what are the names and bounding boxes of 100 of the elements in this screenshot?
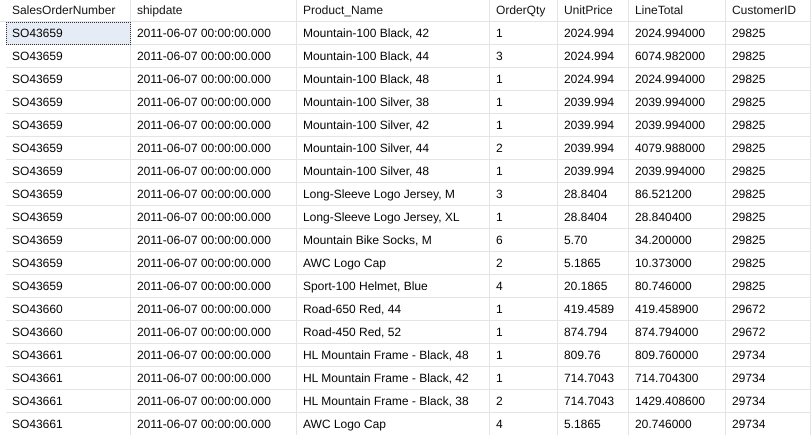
table-cell[interactable]: 1 [490,367,558,390]
table-cell[interactable]: 714.7043 [558,390,629,413]
table-cell[interactable]: Sport-100 Helmet, Blue [297,275,490,298]
table-cell[interactable]: 2011-06-07 00:00:00.000 [131,275,297,298]
table-cell[interactable]: SO43659 [6,206,131,229]
table-cell[interactable]: 2011-06-07 00:00:00.000 [131,137,297,160]
table-cell[interactable]: 2024.994 [558,45,629,68]
table-cell[interactable]: Road-650 Red, 44 [297,298,490,321]
table-cell[interactable]: 419.4589 [558,298,629,321]
table-cell[interactable]: Mountain-100 Black, 44 [297,45,490,68]
column-header[interactable]: LineTotal [629,0,726,22]
table-cell[interactable]: 1 [490,22,558,45]
table-cell[interactable]: Mountain-100 Black, 42 [297,22,490,45]
table-cell[interactable]: Mountain-100 Silver, 44 [297,137,490,160]
table-cell[interactable]: 1 [490,68,558,91]
table-cell[interactable]: SO43659 [6,137,131,160]
table-cell[interactable]: HL Mountain Frame - Black, 48 [297,344,490,367]
table-cell[interactable]: Mountain-100 Black, 48 [297,68,490,91]
table-cell[interactable]: 874.794000 [629,321,726,344]
table-cell[interactable]: SO43659 [6,91,131,114]
table-cell[interactable]: Mountain-100 Silver, 48 [297,160,490,183]
table-cell[interactable]: SO43659 [6,68,131,91]
table-cell[interactable]: 419.458900 [629,298,726,321]
table-cell[interactable]: 29825 [726,160,811,183]
table-cell[interactable]: 29734 [726,413,811,435]
table-cell[interactable]: SO43661 [6,344,131,367]
table-cell[interactable]: 2011-06-07 00:00:00.000 [131,68,297,91]
table-cell[interactable]: 29672 [726,321,811,344]
table-cell[interactable]: AWC Logo Cap [297,413,490,435]
table-cell[interactable]: 2039.994000 [629,91,726,114]
table-cell[interactable]: SO43661 [6,367,131,390]
table-cell[interactable]: 29825 [726,137,811,160]
table-cell[interactable]: 809.760000 [629,344,726,367]
table-cell[interactable]: 2011-06-07 00:00:00.000 [131,298,297,321]
table-cell[interactable]: 28.8404 [558,206,629,229]
table-cell[interactable]: 2011-06-07 00:00:00.000 [131,114,297,137]
table-cell[interactable]: HL Mountain Frame - Black, 38 [297,390,490,413]
table-cell[interactable]: AWC Logo Cap [297,252,490,275]
table-cell[interactable]: 29825 [726,91,811,114]
table-cell[interactable]: 1429.408600 [629,390,726,413]
table-cell[interactable]: 20.1865 [558,275,629,298]
table-cell[interactable]: SO43660 [6,298,131,321]
table-cell[interactable]: 6 [490,229,558,252]
table-cell[interactable]: Long-Sleeve Logo Jersey, M [297,183,490,206]
table-cell[interactable]: 29825 [726,275,811,298]
table-cell[interactable]: SO43659 [6,229,131,252]
table-cell[interactable]: 10.373000 [629,252,726,275]
table-cell[interactable]: SO43659 [6,275,131,298]
table-cell[interactable]: 3 [490,183,558,206]
table-cell[interactable]: 4 [490,275,558,298]
table-cell[interactable]: 809.76 [558,344,629,367]
table-cell[interactable]: 2011-06-07 00:00:00.000 [131,252,297,275]
table-cell[interactable]: Mountain-100 Silver, 42 [297,114,490,137]
table-cell[interactable]: Mountain Bike Socks, M [297,229,490,252]
table-cell[interactable]: 2011-06-07 00:00:00.000 [131,45,297,68]
table-cell[interactable]: 2011-06-07 00:00:00.000 [131,229,297,252]
table-cell[interactable]: 20.746000 [629,413,726,435]
table-cell[interactable]: 80.746000 [629,275,726,298]
table-cell[interactable]: 2011-06-07 00:00:00.000 [131,183,297,206]
table-cell[interactable]: 1 [490,321,558,344]
table-cell[interactable]: 29825 [726,183,811,206]
table-cell[interactable]: 2039.994 [558,91,629,114]
table-cell[interactable]: 29734 [726,390,811,413]
column-header[interactable]: SalesOrderNumber [0,0,131,22]
table-cell[interactable]: 1 [490,206,558,229]
column-header[interactable]: Product_Name [297,0,490,22]
table-cell[interactable]: 2039.994000 [629,114,726,137]
table-cell[interactable]: 29734 [726,344,811,367]
table-cell[interactable]: 28.840400 [629,206,726,229]
table-cell[interactable]: 29825 [726,45,811,68]
table-cell[interactable]: Road-450 Red, 52 [297,321,490,344]
table-cell[interactable]: 2011-06-07 00:00:00.000 [131,390,297,413]
table-cell[interactable]: 28.8404 [558,183,629,206]
table-cell[interactable]: SO43659 [6,114,131,137]
table-cell[interactable]: 2011-06-07 00:00:00.000 [131,22,297,45]
table-cell[interactable]: 2024.994000 [629,22,726,45]
table-cell[interactable]: 2039.994 [558,114,629,137]
table-cell[interactable]: SO43659 [6,45,131,68]
table-cell[interactable]: 874.794 [558,321,629,344]
table-cell[interactable]: 29825 [726,229,811,252]
table-cell[interactable]: 29825 [726,68,811,91]
table-cell[interactable]: 2 [490,252,558,275]
table-cell[interactable]: 4079.988000 [629,137,726,160]
table-cell[interactable]: 714.7043 [558,367,629,390]
table-cell[interactable]: 5.70 [558,229,629,252]
table-cell[interactable]: SO43659 [6,252,131,275]
table-cell[interactable]: 3 [490,45,558,68]
table-cell[interactable]: 2039.994 [558,160,629,183]
table-cell[interactable]: 2024.994 [558,22,629,45]
table-cell[interactable]: 2024.994000 [629,68,726,91]
table-cell[interactable]: 2039.994000 [629,160,726,183]
table-cell[interactable]: HL Mountain Frame - Black, 42 [297,367,490,390]
table-cell[interactable]: 29825 [726,252,811,275]
table-cell[interactable]: 6074.982000 [629,45,726,68]
column-header[interactable]: shipdate [131,0,297,22]
table-cell[interactable]: 4 [490,413,558,435]
table-cell[interactable]: 29825 [726,114,811,137]
table-cell[interactable]: SO43659 [6,160,131,183]
table-cell[interactable]: 5.1865 [558,413,629,435]
table-cell[interactable]: 29825 [726,206,811,229]
